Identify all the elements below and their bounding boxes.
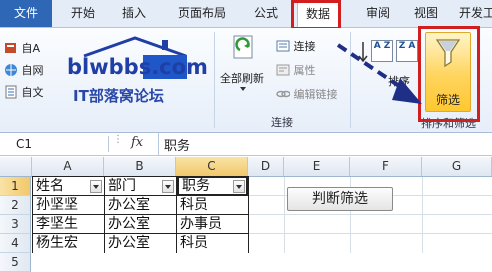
cell-b3[interactable]: 办公室 — [105, 215, 176, 234]
column-header-bar: A B C D E F G — [0, 157, 492, 177]
row-header-1[interactable]: 1 — [0, 177, 31, 196]
cell-a2[interactable]: 孙坚坚 — [33, 196, 104, 215]
gridline — [422, 177, 423, 253]
row-header-2[interactable]: 2 — [0, 196, 31, 215]
cell-c3[interactable]: 办事员 — [177, 215, 248, 234]
row-header-3[interactable]: 3 — [0, 215, 31, 234]
filter-dropdown-icon[interactable] — [90, 180, 102, 193]
cell-b2[interactable]: 办公室 — [105, 196, 176, 215]
column-header-g[interactable]: G — [422, 157, 492, 176]
cell-a4[interactable]: 杨生宏 — [33, 234, 104, 253]
filter-dropdown-icon[interactable] — [162, 180, 174, 193]
judge-filter-button[interactable]: 判断筛选 — [287, 187, 393, 211]
column-header-b[interactable]: B — [104, 157, 176, 176]
row-header-4[interactable]: 4 — [0, 234, 31, 253]
cell-c4[interactable]: 科员 — [177, 234, 248, 253]
cell-a3[interactable]: 李坚生 — [33, 215, 104, 234]
column-header-f[interactable]: F — [350, 157, 422, 176]
column-header-d[interactable]: D — [248, 157, 284, 176]
select-all-corner[interactable] — [0, 157, 32, 176]
column-header-c[interactable]: C — [176, 157, 248, 176]
cell-c2[interactable]: 科员 — [177, 196, 248, 215]
formula-divider — [108, 136, 109, 152]
column-header-a[interactable]: A — [32, 157, 104, 176]
formula-divider — [158, 133, 159, 155]
filter-dropdown-icon[interactable] — [233, 180, 245, 193]
gridline — [284, 177, 285, 253]
formula-input[interactable]: 职务 — [164, 135, 190, 154]
more-dots-icon[interactable]: ⋮ — [113, 134, 123, 145]
function-icon[interactable]: fx — [131, 135, 143, 150]
row-header-5[interactable]: 5 — [0, 253, 31, 272]
column-header-e[interactable]: E — [284, 157, 350, 176]
name-box[interactable]: C1 — [2, 136, 110, 152]
cell-b4[interactable]: 办公室 — [105, 234, 176, 253]
